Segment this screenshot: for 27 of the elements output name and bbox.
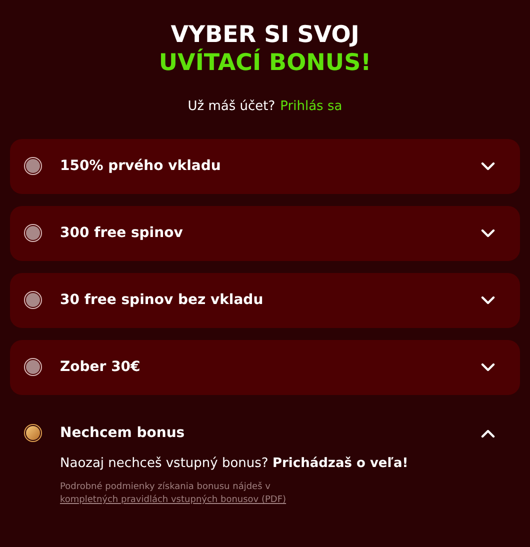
login-link[interactable]: Prihlás sa [280, 97, 342, 116]
chevron-up-icon [481, 428, 495, 438]
chevron-down-icon [481, 162, 495, 170]
chevron-down-icon [481, 296, 495, 304]
option-label: Zober 30€ [60, 358, 142, 376]
login-prompt: Už máš účet? [188, 98, 276, 116]
terms-link[interactable]: kompletných pravidlách vstupných bonusov (PDF) [60, 495, 286, 505]
bonus-option[interactable]: 300 free spinov [10, 206, 520, 260]
radio-button[interactable] [24, 224, 42, 242]
bonus-option-expanded[interactable]: Nechcem bonus Naozaj nechceš vstupný bonus? Prichádzaš o veľa! Podrobné podmienky získania bonusu nájdeš v kompletných pravidlách vstupných bonusov (PDF) [10, 406, 520, 517]
option-label: 30 free spinov bez vkladu [60, 290, 264, 310]
option-label: 300 free spinov [60, 224, 184, 242]
bonus-option[interactable]: Zober 30€ [10, 340, 520, 394]
chevron-down-icon [481, 362, 495, 372]
radio-button[interactable] [24, 291, 42, 309]
bonus-option[interactable]: 150% prvého vkladu [10, 138, 520, 194]
radio-button[interactable] [24, 358, 42, 376]
radio-button[interactable] [24, 157, 42, 175]
option-label: 150% prvého vkladu [60, 156, 222, 176]
terms-text: Podrobné podmienky získania bonusu nájdeš v kompletných pravidlách vstupných bonusov (PDF) [60, 481, 288, 507]
bonus-warning-text: Naozaj nechceš vstupný bonus? Prichádzaš o veľa! [60, 454, 410, 472]
radio-button[interactable] [24, 424, 42, 442]
option-label: Nechcem bonus [60, 424, 186, 442]
chevron-down-icon [481, 228, 495, 238]
heading-highlight: UVÍTACÍ BONUS! [158, 49, 372, 77]
bonus-option[interactable]: 30 free spinov bez vkladu [10, 272, 520, 328]
heading: VYBER SI SVOJ [170, 21, 360, 48]
